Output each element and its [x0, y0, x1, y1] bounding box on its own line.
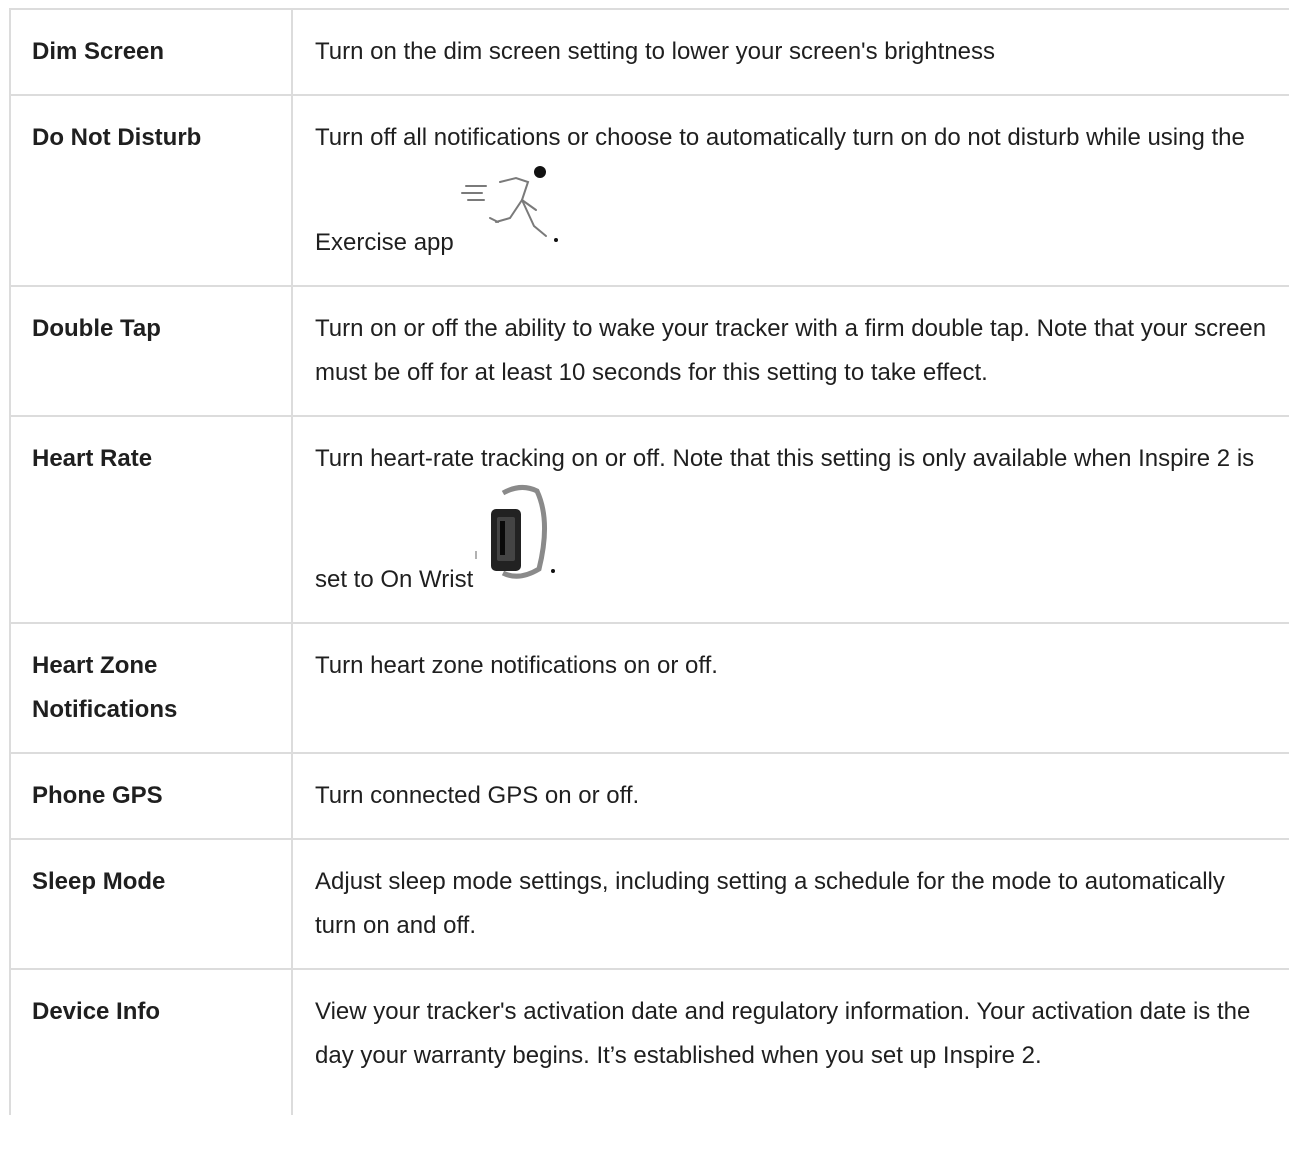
setting-name-cell: Heart Rate	[9, 415, 293, 624]
setting-desc-cell: Turn off all notifications or choose to …	[291, 94, 1289, 287]
setting-desc-cell: Turn heart-rate tracking on or off. Note…	[291, 415, 1289, 624]
setting-name: Heart Zone Notifications	[32, 652, 178, 723]
setting-name: Double Tap	[32, 315, 161, 342]
setting-name-cell: Dim Screen	[9, 8, 293, 96]
setting-desc-cell: View your tracker's activation date and …	[291, 968, 1289, 1115]
setting-name-cell: Heart Zone Notifications	[9, 622, 293, 754]
setting-desc: Turn on the dim screen setting to lower …	[315, 38, 996, 65]
exercise-runner-icon	[454, 160, 568, 250]
setting-desc: Turn on or off the ability to wake your …	[315, 315, 1267, 386]
settings-table: Dim Screen Turn on the dim screen settin…	[9, 8, 1289, 1115]
table-row: Sleep Mode Adjust sleep mode settings, i…	[9, 838, 1289, 970]
setting-name: Device Info	[32, 998, 161, 1025]
setting-desc: Adjust sleep mode settings, including se…	[315, 868, 1225, 939]
table-row: Heart Zone Notifications Turn heart zone…	[9, 622, 1289, 754]
setting-desc: Turn heart zone notifications on or off.	[315, 652, 718, 679]
table-row: Do Not Disturb Turn off all notification…	[9, 94, 1289, 287]
setting-desc-cell: Turn connected GPS on or off.	[291, 752, 1289, 840]
table-row: Dim Screen Turn on the dim screen settin…	[9, 8, 1289, 96]
setting-name-cell: Double Tap	[9, 285, 293, 417]
setting-name-cell: Phone GPS	[9, 752, 293, 840]
setting-name: Dim Screen	[32, 38, 165, 65]
setting-desc-cell: Turn on or off the ability to wake your …	[291, 285, 1289, 417]
setting-name: Phone GPS	[32, 782, 163, 809]
table-row: Double Tap Turn on or off the ability to…	[9, 285, 1289, 417]
setting-desc: Turn heart-rate tracking on or off. Note…	[315, 445, 1255, 593]
setting-desc-cell: Adjust sleep mode settings, including se…	[291, 838, 1289, 970]
setting-desc: View your tracker's activation date and …	[315, 998, 1251, 1069]
setting-name-cell: Do Not Disturb	[9, 94, 293, 287]
setting-name: Do Not Disturb	[32, 124, 202, 151]
setting-name-cell: Sleep Mode	[9, 838, 293, 970]
setting-desc-cell: Turn heart zone notifications on or off.	[291, 622, 1289, 754]
table-row: Phone GPS Turn connected GPS on or off.	[9, 752, 1289, 840]
table-row: Device Info View your tracker's activati…	[9, 968, 1289, 1115]
setting-desc: Turn connected GPS on or off.	[315, 782, 640, 809]
setting-name-cell: Device Info	[9, 968, 293, 1115]
setting-name: Sleep Mode	[32, 868, 166, 895]
setting-desc-cell: Turn on the dim screen setting to lower …	[291, 8, 1289, 96]
table-row: Heart Rate Turn heart-rate tracking on o…	[9, 415, 1289, 624]
setting-name: Heart Rate	[32, 445, 153, 472]
on-wrist-tracker-icon	[473, 481, 557, 587]
